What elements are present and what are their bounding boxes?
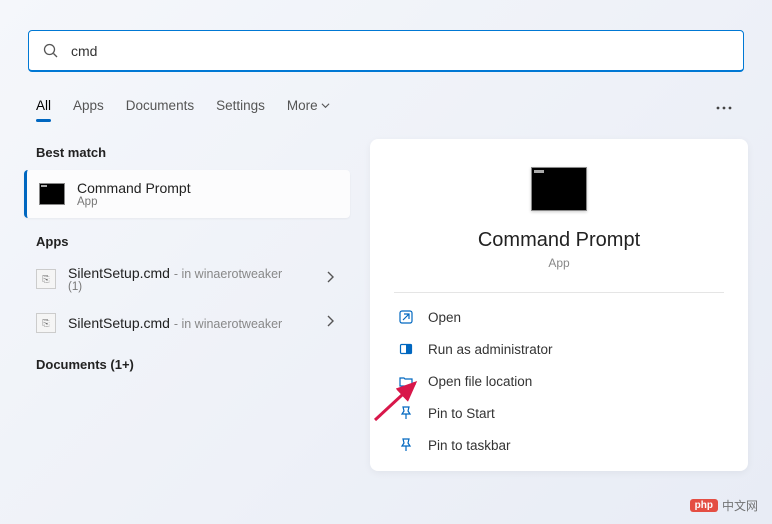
divider bbox=[394, 292, 724, 293]
result-silentsetup-1[interactable]: ⎘ SilentSetup.cmd - in winaerotweaker (1… bbox=[24, 255, 350, 303]
action-label: Pin to taskbar bbox=[428, 438, 511, 453]
tab-more[interactable]: More bbox=[287, 90, 330, 121]
action-label: Open bbox=[428, 310, 461, 325]
more-options-button[interactable] bbox=[712, 93, 736, 119]
script-file-icon: ⎘ bbox=[36, 269, 56, 289]
result-title: Command Prompt bbox=[77, 180, 338, 196]
result-silentsetup-2[interactable]: ⎘ SilentSetup.cmd - in winaerotweaker bbox=[24, 303, 350, 343]
result-command-prompt[interactable]: Command Prompt App bbox=[24, 170, 350, 218]
action-label: Run as administrator bbox=[428, 342, 553, 357]
result-title: SilentSetup.cmd - in winaerotweaker bbox=[68, 265, 322, 281]
result-subtitle: (1) bbox=[68, 281, 322, 293]
action-pin-start[interactable]: Pin to Start bbox=[394, 397, 724, 429]
search-icon bbox=[43, 43, 59, 59]
result-subtitle: App bbox=[77, 196, 338, 208]
watermark-badge: php bbox=[690, 499, 718, 512]
section-apps: Apps bbox=[24, 228, 350, 255]
tab-apps[interactable]: Apps bbox=[73, 90, 104, 121]
watermark: php 中文网 bbox=[690, 497, 758, 514]
tab-all[interactable]: All bbox=[36, 90, 51, 121]
preview-app-icon bbox=[531, 167, 587, 211]
chevron-right-icon bbox=[326, 315, 334, 327]
chevron-down-icon bbox=[321, 101, 330, 110]
pin-icon bbox=[399, 406, 413, 420]
chevron-right-icon bbox=[326, 271, 334, 283]
tab-documents[interactable]: Documents bbox=[126, 90, 194, 121]
preview-subtitle: App bbox=[394, 256, 724, 270]
ellipsis-icon bbox=[716, 106, 732, 110]
action-label: Pin to Start bbox=[428, 406, 495, 421]
action-label: Open file location bbox=[428, 374, 532, 389]
section-documents: Documents (1+) bbox=[24, 351, 350, 378]
open-icon bbox=[399, 310, 413, 324]
expand-chevron[interactable] bbox=[322, 314, 338, 332]
preview-title: Command Prompt bbox=[394, 229, 724, 252]
tab-settings[interactable]: Settings bbox=[216, 90, 265, 121]
command-prompt-icon bbox=[39, 183, 65, 205]
search-box[interactable] bbox=[28, 30, 744, 72]
search-input[interactable] bbox=[71, 43, 729, 59]
section-best-match: Best match bbox=[24, 139, 350, 166]
action-run-admin[interactable]: Run as administrator bbox=[394, 333, 724, 365]
action-pin-taskbar[interactable]: Pin to taskbar bbox=[394, 429, 724, 461]
folder-icon bbox=[399, 374, 413, 388]
script-file-icon: ⎘ bbox=[36, 313, 56, 333]
results-pane: Best match Command Prompt App Apps ⎘ Sil… bbox=[24, 139, 350, 471]
filter-tabs: All Apps Documents Settings More bbox=[0, 86, 772, 121]
expand-chevron[interactable] bbox=[322, 270, 338, 288]
result-title: SilentSetup.cmd - in winaerotweaker bbox=[68, 315, 322, 331]
action-open-location[interactable]: Open file location bbox=[394, 365, 724, 397]
pin-icon bbox=[399, 438, 413, 452]
watermark-text: 中文网 bbox=[722, 497, 758, 514]
shield-icon bbox=[399, 342, 413, 356]
preview-pane: Command Prompt App Open Run as administr… bbox=[370, 139, 748, 471]
action-open[interactable]: Open bbox=[394, 301, 724, 333]
